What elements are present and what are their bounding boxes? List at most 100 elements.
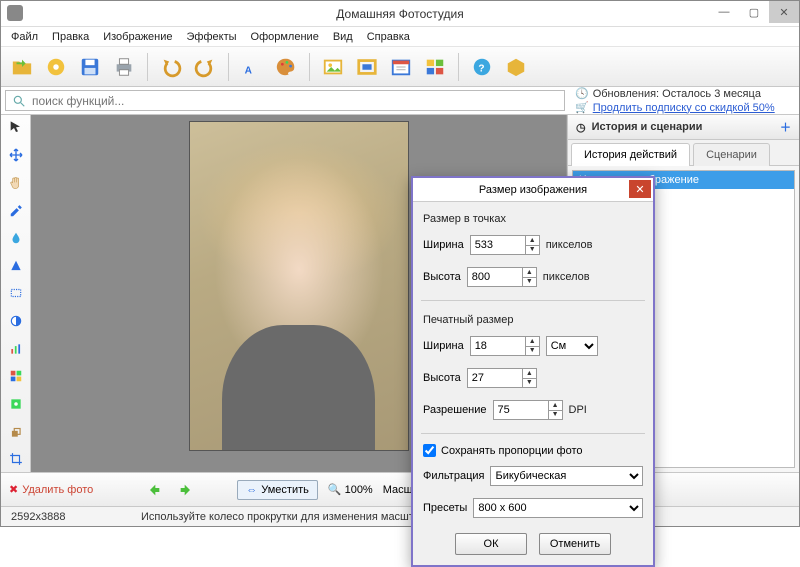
crop-tool[interactable]: [6, 450, 26, 468]
height-cm-label: Высота: [423, 372, 461, 384]
search-container: [5, 90, 565, 111]
history-icon: ◷: [576, 121, 586, 134]
main-area: ◷ История и сценарии ＋ История действий …: [1, 115, 799, 472]
image-dimensions: 2592x3888: [11, 511, 141, 523]
menu-help[interactable]: Справка: [361, 29, 416, 45]
height-px-down[interactable]: ▼: [522, 278, 536, 287]
search-row: 🕓 Обновления: Осталось 3 месяца 🛒 Продли…: [1, 87, 799, 115]
width-cm-input[interactable]: [471, 337, 525, 355]
height-cm-input[interactable]: [468, 369, 522, 387]
package-button[interactable]: [501, 52, 531, 82]
levels-tool[interactable]: [6, 340, 26, 358]
save-button[interactable]: [75, 52, 105, 82]
pointer-tool[interactable]: [6, 119, 26, 137]
dialog-title: Размер изображения: [479, 184, 587, 196]
search-input[interactable]: [32, 94, 558, 108]
filter-label: Фильтрация: [423, 470, 484, 482]
maximize-button[interactable]: ▢: [739, 1, 769, 23]
titlebar: Домашняя Фотостудия — ▢ ✕: [1, 1, 799, 27]
width-cm-down[interactable]: ▼: [525, 347, 539, 356]
drop-tool[interactable]: [6, 229, 26, 247]
resolution-up[interactable]: ▲: [548, 401, 562, 411]
resolution-field: ▲▼: [493, 400, 563, 420]
renew-link[interactable]: Продлить подписку со скидкой 50%: [593, 102, 775, 114]
tab-scenarios[interactable]: Сценарии: [693, 143, 770, 166]
menu-image[interactable]: Изображение: [97, 29, 178, 45]
undo-button[interactable]: [156, 52, 186, 82]
status-bar: 2592x3888 Используйте колесо прокрутки д…: [1, 506, 799, 526]
hand-tool[interactable]: [6, 174, 26, 192]
filter-select[interactable]: Бикубическая: [490, 466, 643, 486]
delete-photo-button[interactable]: ✖ Удалить фото: [9, 483, 93, 496]
unit-select[interactable]: См: [546, 336, 598, 356]
height-cm-up[interactable]: ▲: [522, 369, 536, 379]
resize-dialog: Размер изображения ✕ Размер в точках Шир…: [411, 176, 655, 567]
open-button[interactable]: [7, 52, 37, 82]
menu-view[interactable]: Вид: [327, 29, 359, 45]
prev-button[interactable]: [143, 479, 165, 501]
menu-edit[interactable]: Правка: [46, 29, 95, 45]
collage-button[interactable]: [420, 52, 450, 82]
height-cm-down[interactable]: ▼: [522, 379, 536, 388]
print-button[interactable]: [109, 52, 139, 82]
presets-select[interactable]: 800 x 600: [473, 498, 643, 518]
eyedropper-tool[interactable]: [6, 202, 26, 220]
height-cm-field: ▲▼: [467, 368, 537, 388]
palette-button[interactable]: [271, 52, 301, 82]
dialog-close-button[interactable]: ✕: [629, 180, 651, 198]
menu-design[interactable]: Оформление: [245, 29, 325, 45]
insert-image-button[interactable]: [318, 52, 348, 82]
next-button[interactable]: [175, 479, 197, 501]
ok-button[interactable]: ОК: [455, 533, 527, 555]
move-tool[interactable]: [6, 147, 26, 165]
resolution-label: Разрешение: [423, 404, 487, 416]
swatch-tool[interactable]: [6, 367, 26, 385]
cart-icon: 🛒: [575, 101, 589, 114]
minimize-button[interactable]: —: [709, 1, 739, 23]
window-title: Домашняя Фотостудия: [336, 7, 463, 21]
dialog-titlebar: Размер изображения ✕: [413, 178, 653, 202]
contrast-tool[interactable]: [6, 312, 26, 330]
svg-text:A: A: [245, 65, 253, 76]
width-cm-up[interactable]: ▲: [525, 337, 539, 347]
keep-ratio-label: Сохранять пропорции фото: [441, 445, 583, 457]
clock-icon: 🕓: [575, 87, 589, 100]
text-tool-button[interactable]: A: [237, 52, 267, 82]
width-px-input[interactable]: [471, 236, 525, 254]
width-px-up[interactable]: ▲: [525, 236, 539, 246]
menu-file[interactable]: Файл: [5, 29, 44, 45]
cancel-button[interactable]: Отменить: [539, 533, 611, 555]
update-info: 🕓 Обновления: Осталось 3 месяца 🛒 Продли…: [569, 87, 799, 114]
px-unit-2: пикселов: [543, 271, 590, 283]
height-px-label: Высота: [423, 271, 461, 283]
tool-column: [1, 115, 31, 472]
width-px-label: Ширина: [423, 239, 464, 251]
height-px-input[interactable]: [468, 268, 522, 286]
width-cm-label: Ширина: [423, 340, 464, 352]
redo-button[interactable]: [190, 52, 220, 82]
width-px-down[interactable]: ▼: [525, 246, 539, 255]
clone-tool[interactable]: [6, 423, 26, 441]
zoom-100-button[interactable]: 🔍 100%: [328, 483, 373, 496]
menu-effects[interactable]: Эффекты: [181, 29, 243, 45]
panel-tabs: История действий Сценарии: [568, 140, 799, 166]
effects-wheel-button[interactable]: [41, 52, 71, 82]
shape-tool[interactable]: [6, 257, 26, 275]
resolution-input[interactable]: [494, 401, 548, 419]
adjust-tool[interactable]: [6, 395, 26, 413]
panel-add-button[interactable]: ＋: [780, 119, 791, 135]
calendar-button[interactable]: [386, 52, 416, 82]
zoom100-label: 100%: [345, 484, 373, 496]
resolution-down[interactable]: ▼: [548, 411, 562, 420]
close-button[interactable]: ✕: [769, 1, 799, 23]
tab-history[interactable]: История действий: [571, 143, 690, 166]
px-unit-1: пикселов: [546, 239, 593, 251]
fit-label: Уместить: [261, 484, 309, 496]
rect-tool[interactable]: [6, 285, 26, 303]
fit-button[interactable]: ⇔ Уместить: [237, 480, 318, 500]
frame-button[interactable]: [352, 52, 382, 82]
help-button[interactable]: ?: [467, 52, 497, 82]
keep-ratio-checkbox[interactable]: [423, 444, 436, 457]
panel-title: История и сценарии: [592, 121, 703, 133]
height-px-up[interactable]: ▲: [522, 268, 536, 278]
